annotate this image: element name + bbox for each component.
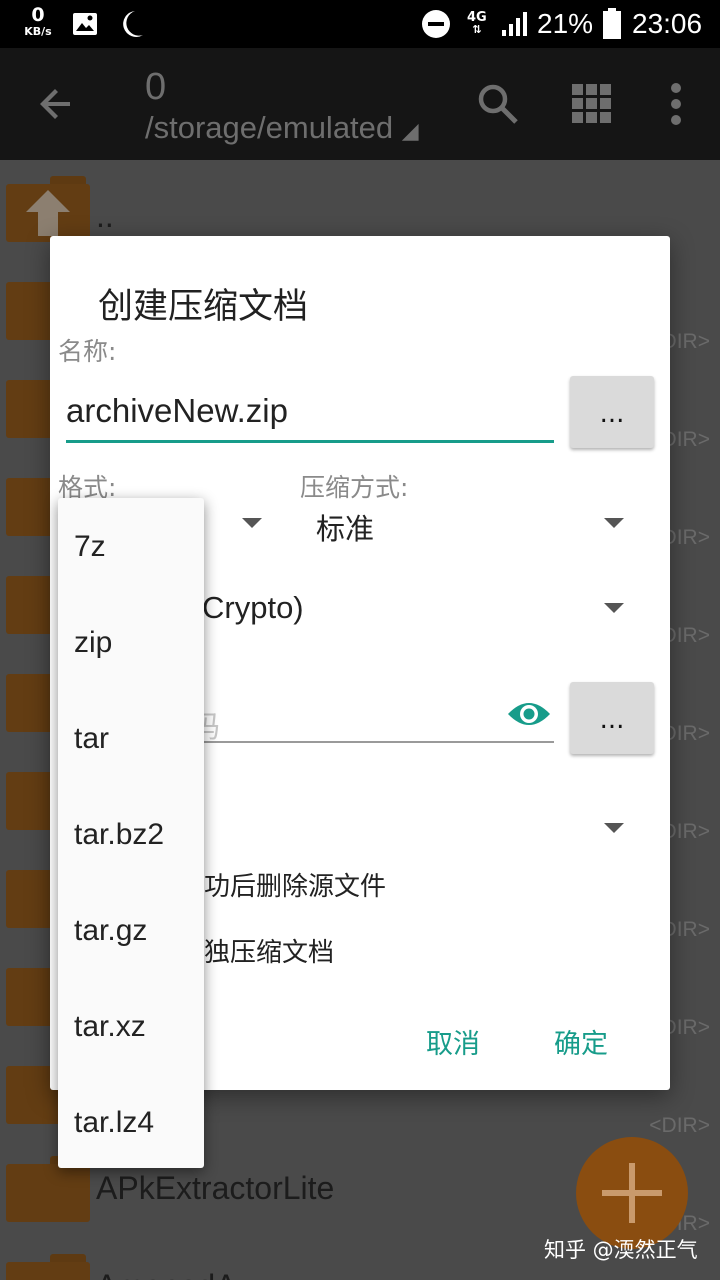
battery-percent: 21%: [537, 8, 594, 39]
current-path-label: /storage/emulated: [145, 110, 394, 145]
add-fab[interactable]: [576, 1137, 688, 1249]
watermark: 知乎 @渜然正气: [544, 1238, 698, 1262]
list-item-name: AmapodA: [96, 1268, 237, 1280]
archive-name-value: archiveNew.zip: [66, 392, 288, 429]
eye-icon[interactable]: [506, 694, 552, 738]
battery-icon: [602, 0, 622, 48]
format-option-tar-bz2[interactable]: tar.bz2: [74, 818, 164, 852]
folder-icon: [6, 1254, 90, 1280]
folder-icon: [6, 1156, 90, 1222]
network-type: 4G ⇅: [467, 0, 487, 48]
archive-name-input[interactable]: archiveNew.zip: [66, 386, 554, 443]
list-item-name: APkExtractorLite: [96, 1170, 335, 1206]
image-icon: [72, 0, 98, 48]
encryption-dropdown-icon[interactable]: [604, 603, 624, 613]
moon-icon: [121, 0, 145, 48]
data-arrows-icon: ⇅: [472, 23, 482, 36]
compression-select[interactable]: 标准: [316, 506, 374, 548]
compression-label: 压缩方式:: [300, 473, 409, 502]
network-speed: 0 KB/s: [18, 4, 58, 38]
ok-button[interactable]: 确定: [554, 1022, 608, 1061]
format-option-zip[interactable]: zip: [74, 626, 112, 660]
folder-up-icon: [6, 176, 90, 242]
password-browse-button[interactable]: ...: [570, 682, 654, 754]
dialog-title: 创建压缩文档: [98, 287, 309, 327]
name-label: 名称:: [58, 337, 117, 366]
format-dropdown-icon[interactable]: [242, 518, 262, 528]
list-item-name: ..: [96, 198, 114, 234]
dir-tag: <DIR>: [649, 1114, 710, 1137]
format-dropdown-menu: 7z zip tar tar.bz2 tar.gz tar.xz tar.lz4: [58, 498, 204, 1168]
status-bar: 0 KB/s 4G ⇅ 21% 23:06: [0, 0, 720, 48]
path-dropdown-icon: ◢: [401, 118, 419, 143]
format-option-tar-lz4[interactable]: tar.lz4: [74, 1106, 154, 1140]
compression-dropdown-icon[interactable]: [604, 518, 624, 528]
more-vert-icon[interactable]: [654, 48, 698, 160]
search-icon[interactable]: [470, 48, 526, 160]
network-speed-value: 0: [31, 4, 45, 26]
cancel-button[interactable]: 取消: [426, 1022, 480, 1061]
back-arrow-icon[interactable]: [28, 48, 84, 160]
selection-count: 0: [145, 66, 167, 108]
signal-icon: [500, 0, 528, 48]
clock: 23:06: [632, 8, 703, 39]
format-option-7z[interactable]: 7z: [74, 530, 106, 564]
format-option-tar[interactable]: tar: [74, 722, 109, 756]
dnd-icon: [421, 0, 451, 48]
current-path[interactable]: /storage/emulated ◢: [145, 110, 419, 146]
format-option-tar-xz[interactable]: tar.xz: [74, 1010, 146, 1044]
browse-button[interactable]: ...: [570, 376, 654, 448]
app-toolbar: 0 /storage/emulated ◢: [0, 48, 720, 160]
format-option-tar-gz[interactable]: tar.gz: [74, 914, 147, 948]
network-speed-unit: KB/s: [24, 25, 52, 38]
delete-source-checkbox-label[interactable]: 功后删除源文件: [204, 866, 386, 903]
separate-archive-checkbox-label[interactable]: 独压缩文档: [204, 932, 334, 969]
encryption-select[interactable]: Crypto): [202, 590, 304, 626]
grid-icon[interactable]: [564, 48, 620, 160]
option-dropdown-icon[interactable]: [604, 823, 624, 833]
